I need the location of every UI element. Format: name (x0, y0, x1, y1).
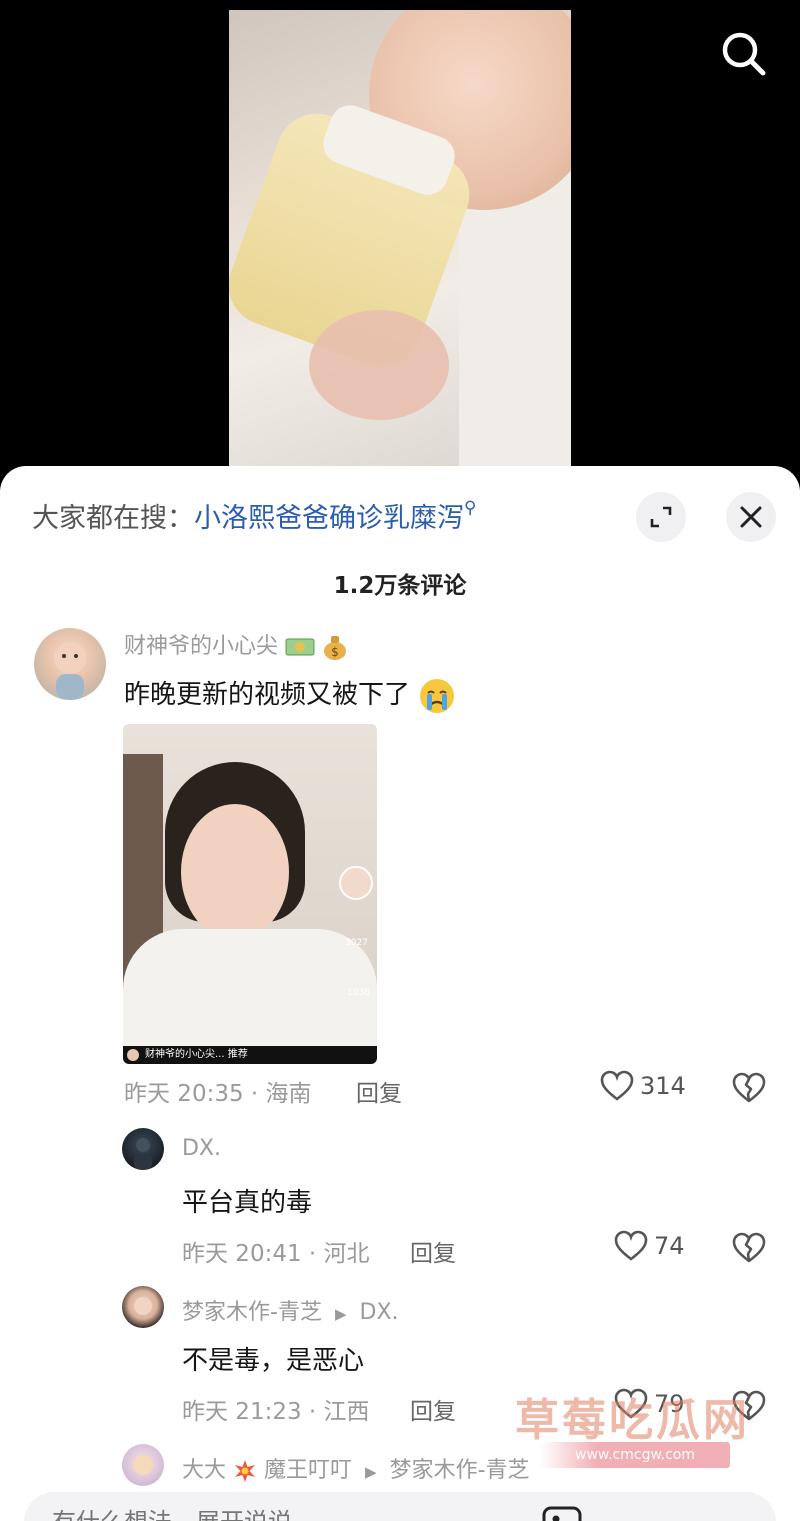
close-icon (740, 506, 762, 528)
close-button[interactable] (726, 492, 776, 542)
expand-button[interactable] (636, 492, 686, 542)
comment-text: 昨晚更新的视频又被下了 (124, 674, 456, 715)
avatar[interactable] (122, 1286, 164, 1328)
expand-icon (650, 506, 672, 528)
like-button[interactable]: 74 (614, 1230, 685, 1262)
thumb-face (181, 804, 289, 940)
heart-icon (614, 1388, 648, 1419)
video-player[interactable] (0, 0, 800, 500)
video-hand (309, 310, 449, 420)
reply-to-name[interactable]: DX. (360, 1300, 399, 1325)
money-bills-emoji (285, 638, 315, 656)
heart-icon (614, 1230, 648, 1261)
reply-button[interactable]: 回复 (356, 1074, 402, 1108)
dislike-button[interactable] (732, 1390, 766, 1426)
avatar[interactable] (122, 1128, 164, 1170)
baby-avatar-icon (54, 642, 86, 700)
search-icon (722, 32, 766, 76)
reply-button[interactable]: 回复 (410, 1234, 456, 1268)
video-frame[interactable] (229, 10, 571, 480)
comment-time: 昨天 21:23 · 江西 (182, 1399, 370, 1425)
comment-time: 昨天 20:35 · 海南 (124, 1081, 312, 1107)
like-count: 79 (654, 1390, 685, 1418)
broken-heart-icon (732, 1390, 766, 1421)
thumb-caption: 财神爷的小心尖... 推荐 (123, 1046, 377, 1064)
broken-heart-icon (732, 1232, 766, 1263)
hot-search-prefix: 大家都在搜： (32, 503, 194, 534)
avatar-icon (134, 1297, 152, 1315)
comment-input[interactable] (52, 1502, 532, 1521)
dislike-button[interactable] (732, 1072, 766, 1108)
comment-nickname[interactable]: 财神爷的小心尖 $ (124, 628, 348, 661)
thumb-jacket (123, 929, 377, 1064)
hot-search-query[interactable]: 小洛熙爸爸确诊乳糜泻 (194, 503, 464, 534)
money-bag-emoji: $ (324, 636, 347, 660)
heart-icon (600, 1070, 634, 1101)
avatar[interactable] (34, 628, 106, 700)
reply-arrow-icon: ▶ (334, 1305, 347, 1323)
image-icon[interactable] (542, 1506, 582, 1521)
reply-button[interactable]: 回复 (410, 1392, 456, 1426)
comment-text: 平台真的毒 (182, 1188, 313, 1218)
thumb-like-count: 3027 (345, 938, 368, 948)
crying-face-emoji (420, 678, 455, 713)
comment-nickname[interactable]: 大大 魔王叮叮 ▶ 梦家木作-青芝 (182, 1452, 530, 1484)
hot-search[interactable]: 大家都在搜：小洛熙爸爸确诊乳糜泻⚲ (32, 496, 476, 535)
search-small-icon: ⚲ (464, 498, 477, 518)
broken-heart-icon (732, 1072, 766, 1103)
search-button[interactable] (714, 24, 774, 84)
comment-panel: 大家都在搜：小洛熙爸爸确诊乳糜泻⚲ 1.2万条评论 财神爷的小心尖 $ 昨晚更新… (0, 466, 800, 1521)
svg-text:$: $ (331, 645, 339, 659)
thumb-creator-avatar (339, 866, 373, 900)
comment-image[interactable]: 3027 1038 财神爷的小心尖... 推荐 (123, 724, 377, 1064)
comment-nickname[interactable]: DX. (182, 1136, 221, 1161)
dislike-button[interactable] (732, 1232, 766, 1268)
like-button[interactable]: 314 (600, 1070, 686, 1102)
comment-text: 不是毒，是恶心 (182, 1346, 365, 1376)
like-count: 74 (654, 1232, 685, 1260)
reply-to-name[interactable]: 梦家木作-青芝 (390, 1458, 530, 1483)
reply-arrow-icon: ▶ (365, 1463, 377, 1481)
avatar[interactable] (122, 1444, 164, 1486)
like-button[interactable]: 79 (614, 1388, 685, 1420)
collision-emoji (235, 1460, 256, 1482)
comment-count: 1.2万条评论 (333, 573, 467, 599)
comment-nickname[interactable]: 梦家木作-青芝 ▶ DX. (182, 1294, 399, 1326)
avatar-icon (134, 1138, 152, 1170)
thumb-comment-count: 1038 (347, 988, 370, 998)
like-count: 314 (640, 1072, 686, 1100)
avatar-icon (133, 1455, 153, 1475)
watermark-url: www.cmcgw.com (540, 1442, 730, 1468)
thumb-mini-avatar (127, 1049, 139, 1061)
comment-time: 昨天 20:41 · 河北 (182, 1241, 370, 1267)
comment-input-bar[interactable] (24, 1492, 776, 1521)
